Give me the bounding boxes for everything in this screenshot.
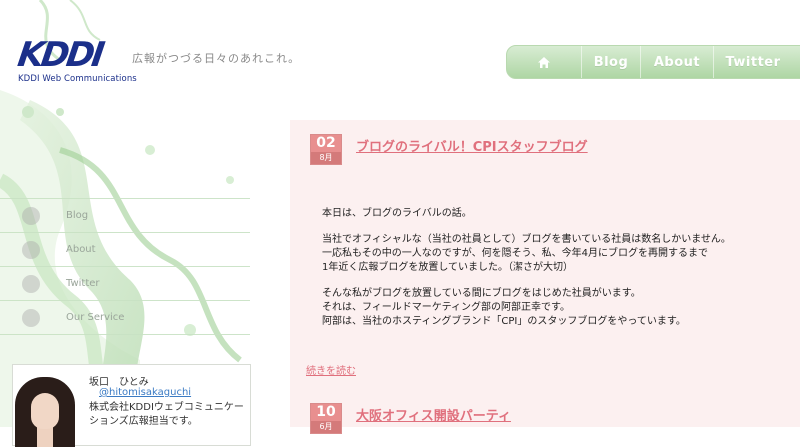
post-body: 本日は、ブログのライバルの話。 当社でオフィシャルな（当社の社員として）ブログを…	[322, 207, 782, 329]
post-date-badge: 02 8月	[310, 134, 342, 165]
home-icon	[538, 56, 550, 68]
side-navigation: Blog About Twitter Our Service	[0, 198, 250, 335]
profile-card: 坂口 ひとみ @hitomisakaguchi 株式会社KDDIウェブコミュニケ…	[12, 364, 251, 447]
person-icon	[22, 240, 40, 259]
logo-subtitle: KDDI Web Communications	[18, 74, 137, 84]
post-title-link[interactable]: 大阪オフィス開設パーティ	[356, 405, 511, 424]
sidebar-item-label: Blog	[66, 210, 89, 221]
post-paragraph: 1年近く広報ブログを放置していました。（潔さが大切）	[322, 262, 574, 273]
top-navigation: Blog About Twitter	[506, 45, 800, 79]
post-title-link[interactable]: ブログのライバル！CPIスタッフブログ	[356, 136, 588, 155]
site-logo[interactable]: KDDI KDDI Web Communications	[15, 35, 137, 84]
post-day: 02	[311, 135, 341, 152]
tagline: 広報がつづる日々のあれこれ。	[132, 52, 301, 65]
sidebar-item-about[interactable]: About	[0, 232, 250, 266]
nav-twitter[interactable]: Twitter	[713, 46, 792, 78]
read-more-link[interactable]: 続きを読む	[306, 362, 356, 377]
blog-icon	[22, 206, 40, 225]
post-month: 6月	[311, 421, 341, 433]
post-day: 10	[311, 404, 341, 421]
sidebar-item-twitter[interactable]: Twitter	[0, 266, 250, 300]
gear-icon	[22, 308, 40, 327]
post-paragraph: 本日は、ブログのライバルの話。	[322, 208, 472, 219]
post-month: 8月	[311, 152, 341, 164]
post-date-badge: 10 6月	[310, 403, 342, 434]
sidebar-item-our-service[interactable]: Our Service	[0, 300, 250, 335]
main-content: 02 8月 ブログのライバル！CPIスタッフブログ 本日は、ブログのライバルの話…	[290, 120, 800, 434]
nav-home[interactable]	[507, 46, 581, 78]
kddi-logo: KDDI	[15, 35, 105, 75]
sidebar-item-label: Twitter	[66, 278, 100, 289]
sidebar-item-label: About	[66, 244, 96, 255]
sidebar-item-label: Our Service	[66, 312, 125, 323]
profile-description: 株式会社KDDIウェブコミュニケーションズ広報担当です。	[89, 402, 244, 427]
post-paragraph: 阿部は、当社のホスティングブランド「CPI」のスタッフブログをやっています。	[322, 316, 686, 327]
post-paragraph: それは、フィールドマーケティング部の阿部正幸です。	[322, 302, 570, 313]
nav-blog[interactable]: Blog	[581, 46, 640, 78]
profile-name: 坂口 ひとみ	[89, 377, 149, 388]
twitter-handle-link[interactable]: @hitomisakaguchi	[99, 387, 191, 398]
post-paragraph: そんな私がブログを放置している間にブログをはじめた社員がいます。	[322, 288, 641, 299]
nav-about[interactable]: About	[640, 46, 713, 78]
sidebar-item-blog[interactable]: Blog	[0, 198, 250, 232]
post-paragraph: 一応私もその中の一人なのですが、何を隠そう、私、今年4月にブログを再開するまで	[322, 248, 708, 259]
speech-bubble-icon	[22, 274, 40, 293]
avatar	[15, 377, 75, 447]
post-paragraph: 当社でオフィシャルな（当社の社員として）ブログを書いている社員は数名しかいません…	[322, 234, 731, 245]
